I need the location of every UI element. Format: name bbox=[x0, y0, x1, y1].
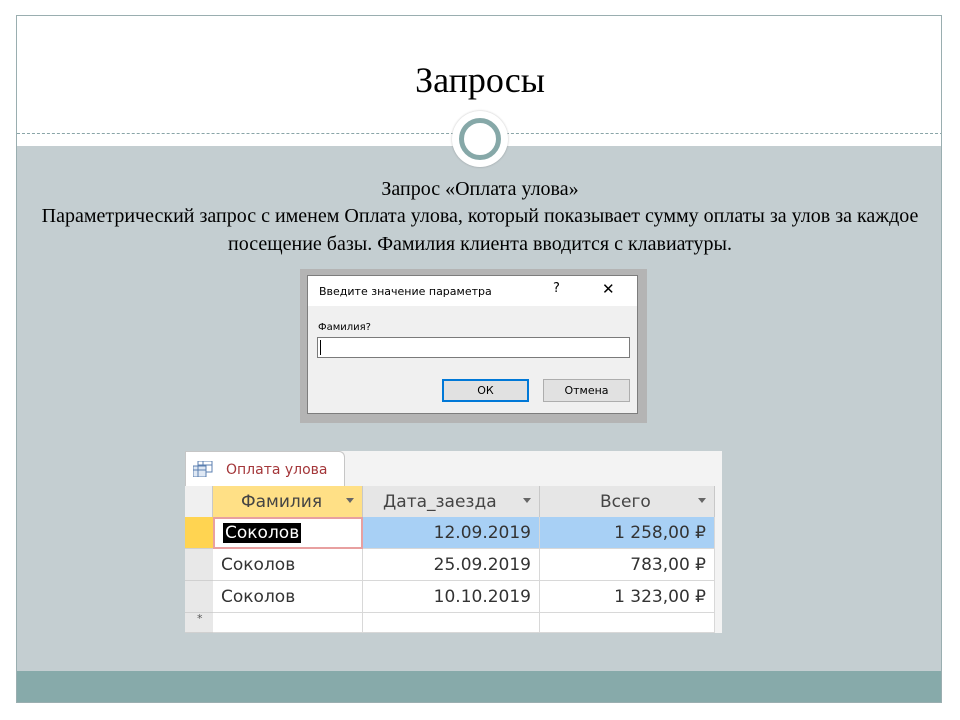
parameter-dialog: Введите значение параметра ? ✕ Фамилия? … bbox=[307, 275, 638, 414]
column-header-label: Дата_заезда bbox=[383, 491, 497, 512]
table-cell-surname[interactable]: Соколов bbox=[213, 581, 363, 613]
circle-ring bbox=[459, 118, 501, 160]
query-description: Параметрический запрос с именем Оплата у… bbox=[41, 205, 919, 255]
new-row-selector[interactable]: * bbox=[185, 613, 213, 633]
dropdown-arrow-icon[interactable] bbox=[346, 498, 354, 503]
text-caret bbox=[320, 340, 321, 355]
tab-label: Оплата улова bbox=[226, 462, 328, 478]
close-icon[interactable]: ✕ bbox=[602, 280, 615, 298]
new-row-cell[interactable] bbox=[540, 613, 715, 633]
table-cell-date[interactable]: 25.09.2019 bbox=[363, 549, 540, 581]
help-icon[interactable]: ? bbox=[553, 281, 560, 296]
selected-text: Соколов bbox=[223, 523, 302, 543]
table-cell-surname[interactable]: Соколов bbox=[213, 549, 363, 581]
ok-button[interactable]: ОК bbox=[442, 379, 529, 402]
column-header-total[interactable]: Всего bbox=[540, 486, 715, 517]
dialog-title: Введите значение параметра bbox=[319, 285, 492, 298]
column-header-label: Всего bbox=[600, 491, 651, 512]
new-row-marker: * bbox=[197, 612, 203, 625]
table-cell-total[interactable]: 783,00 ₽ bbox=[540, 549, 715, 581]
cancel-button[interactable]: Отмена bbox=[543, 379, 630, 402]
query-datasheet: Оплата улова Фамилия Дата_заезда Всего С… bbox=[185, 451, 722, 633]
select-all-corner[interactable] bbox=[185, 486, 213, 517]
table-cell-date[interactable]: 10.10.2019 bbox=[363, 581, 540, 613]
parameter-label: Фамилия? bbox=[318, 322, 371, 333]
column-header-surname[interactable]: Фамилия bbox=[213, 486, 363, 517]
new-row-cell[interactable] bbox=[213, 613, 363, 633]
tab-query-result[interactable]: Оплата улова bbox=[185, 451, 345, 488]
dropdown-arrow-icon[interactable] bbox=[523, 498, 531, 503]
surname-input[interactable] bbox=[317, 337, 630, 358]
content-area: Запрос «Оплата улова» Параметрический за… bbox=[17, 146, 941, 671]
slide-title: Запросы bbox=[415, 59, 545, 100]
slide-footer-band bbox=[17, 671, 941, 702]
table-cell-total[interactable]: 1 323,00 ₽ bbox=[540, 581, 715, 613]
divider-circle-icon bbox=[452, 111, 508, 167]
table-cell-total[interactable]: 1 258,00 ₽ bbox=[540, 517, 715, 549]
slide: Запросы Запрос «Оплата улова» Параметрич… bbox=[16, 15, 942, 703]
row-selector[interactable] bbox=[185, 581, 213, 613]
row-selector[interactable] bbox=[185, 549, 213, 581]
query-icon bbox=[193, 461, 213, 477]
text-block: Запрос «Оплата улова» Параметрический за… bbox=[17, 176, 941, 258]
query-subtitle: Запрос «Оплата улова» bbox=[381, 178, 579, 200]
new-row-cell[interactable] bbox=[363, 613, 540, 633]
dialog-screenshot-frame: Введите значение параметра ? ✕ Фамилия? … bbox=[300, 269, 647, 423]
table-cell-surname[interactable]: Соколов bbox=[213, 517, 363, 549]
column-header-date[interactable]: Дата_заезда bbox=[363, 486, 540, 517]
dropdown-arrow-icon[interactable] bbox=[698, 498, 706, 503]
column-header-label: Фамилия bbox=[241, 491, 323, 512]
datasheet-grid: Фамилия Дата_заезда Всего Соколов 12.09.… bbox=[185, 486, 715, 633]
table-cell-date[interactable]: 12.09.2019 bbox=[363, 517, 540, 549]
row-selector[interactable] bbox=[185, 517, 213, 549]
dialog-titlebar: Введите значение параметра ? ✕ bbox=[308, 276, 637, 306]
